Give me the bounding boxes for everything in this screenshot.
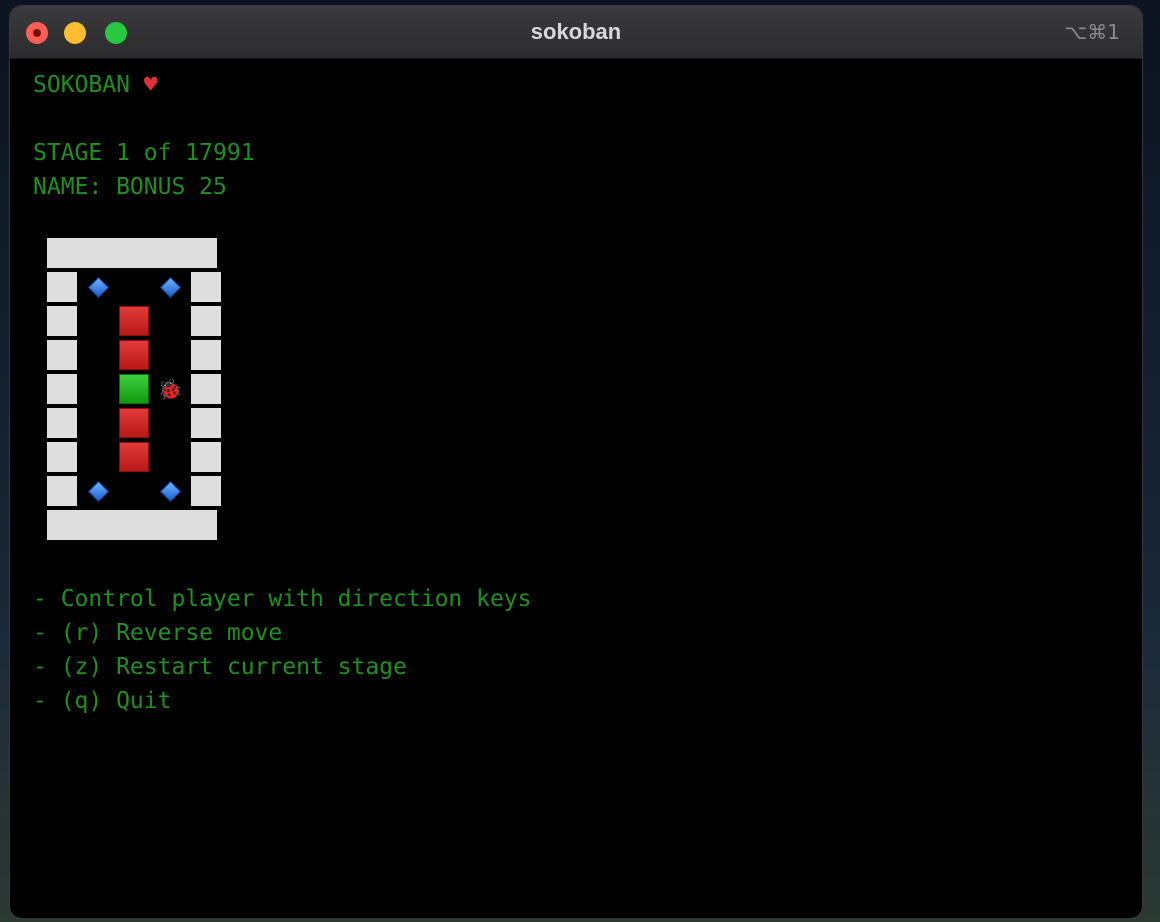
wall-tile [47, 272, 77, 302]
game-title-line: SOKOBAN ♥ [33, 68, 255, 102]
game-title: SOKOBAN [33, 72, 130, 98]
box-on-goal-tile [119, 374, 149, 404]
wall-tile [47, 442, 77, 472]
wall-bar [47, 510, 217, 540]
wall-tile [191, 306, 221, 336]
box-tile [119, 442, 149, 472]
goal-tile [155, 476, 185, 506]
wall-tile [47, 374, 77, 404]
window-title: sokoban [530, 19, 622, 44]
terminal-window: sokoban ⌥⌘1 SOKOBAN ♥ STAGE 1 of 17991 N… [10, 6, 1142, 918]
heart-icon: ♥ [143, 72, 158, 98]
wall-tile [191, 442, 221, 472]
goal-tile [83, 272, 113, 302]
help-item: - (z) Restart current stage [33, 654, 407, 680]
wall-bar [47, 238, 217, 268]
wall-tile [47, 476, 77, 506]
box-tile [119, 408, 149, 438]
stage-line: STAGE 1 of 17991 [33, 140, 255, 166]
help-item: - (q) Quit [33, 688, 172, 714]
terminal-header: SOKOBAN ♥ STAGE 1 of 17991 NAME: BONUS 2… [33, 68, 255, 204]
wall-tile [191, 340, 221, 370]
wall-tile [191, 374, 221, 404]
player-ladybug-icon: 🐞 [157, 377, 183, 401]
goal-tile [83, 476, 113, 506]
wall-tile [191, 272, 221, 302]
wall-tile [47, 306, 77, 336]
wall-tile [191, 476, 221, 506]
window-shortcut: ⌥⌘1 [1064, 20, 1120, 44]
help-item: - (r) Reverse move [33, 620, 283, 646]
wall-tile [47, 340, 77, 370]
diamond-icon [87, 276, 109, 298]
stage-name-line: NAME: BONUS 25 [33, 174, 227, 200]
box-tile [119, 340, 149, 370]
diamond-icon [159, 480, 181, 502]
diamond-icon [87, 480, 109, 502]
title-bar: sokoban ⌥⌘1 [10, 6, 1142, 59]
box-tile [119, 306, 149, 336]
diamond-icon [159, 276, 181, 298]
wall-tile [47, 408, 77, 438]
wall-tile [191, 408, 221, 438]
help-item: - Control player with direction keys [33, 586, 532, 612]
goal-tile [155, 272, 185, 302]
help-list: - Control player with direction keys - (r… [33, 582, 532, 718]
